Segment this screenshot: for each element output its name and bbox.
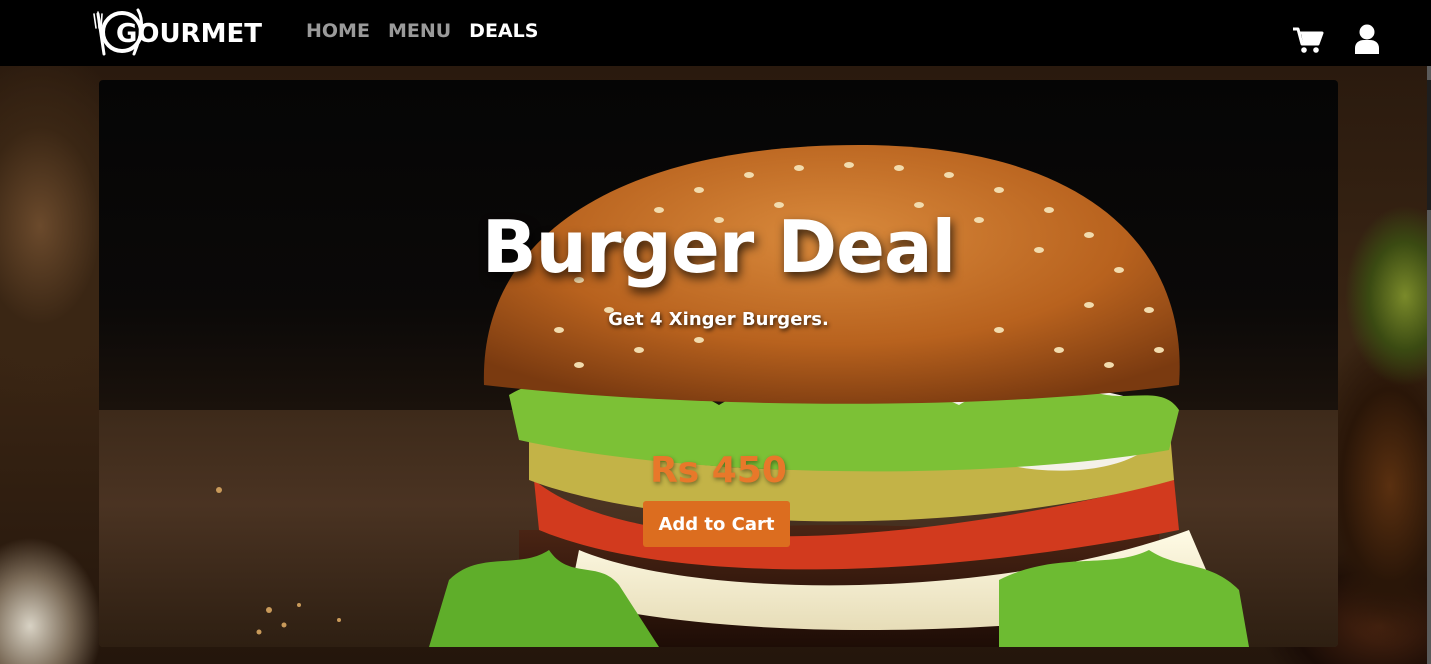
nav-links: HOME MENU DEALS (306, 20, 538, 42)
cart-icon[interactable] (1292, 26, 1324, 54)
navbar: GOURMET HOME MENU DEALS (0, 0, 1431, 66)
deal-price: Rs 450 (650, 450, 787, 491)
deal-title: Burger Deal (481, 205, 956, 289)
brand-name: GOURMET (116, 19, 262, 49)
nav-deals[interactable]: DEALS (469, 20, 538, 42)
user-icon[interactable] (1354, 24, 1380, 54)
hero-banner: Burger Deal Get 4 Xinger Burgers. Rs 450… (99, 80, 1338, 647)
nav-menu[interactable]: MENU (388, 20, 451, 42)
scrollbar-thumb[interactable] (1427, 80, 1431, 210)
nav-home[interactable]: HOME (306, 20, 370, 42)
deal-subtitle: Get 4 Xinger Burgers. (608, 309, 829, 330)
add-to-cart-button[interactable]: Add to Cart (643, 501, 790, 547)
brand-logo[interactable]: GOURMET (90, 6, 275, 58)
burger-image (216, 145, 1249, 647)
